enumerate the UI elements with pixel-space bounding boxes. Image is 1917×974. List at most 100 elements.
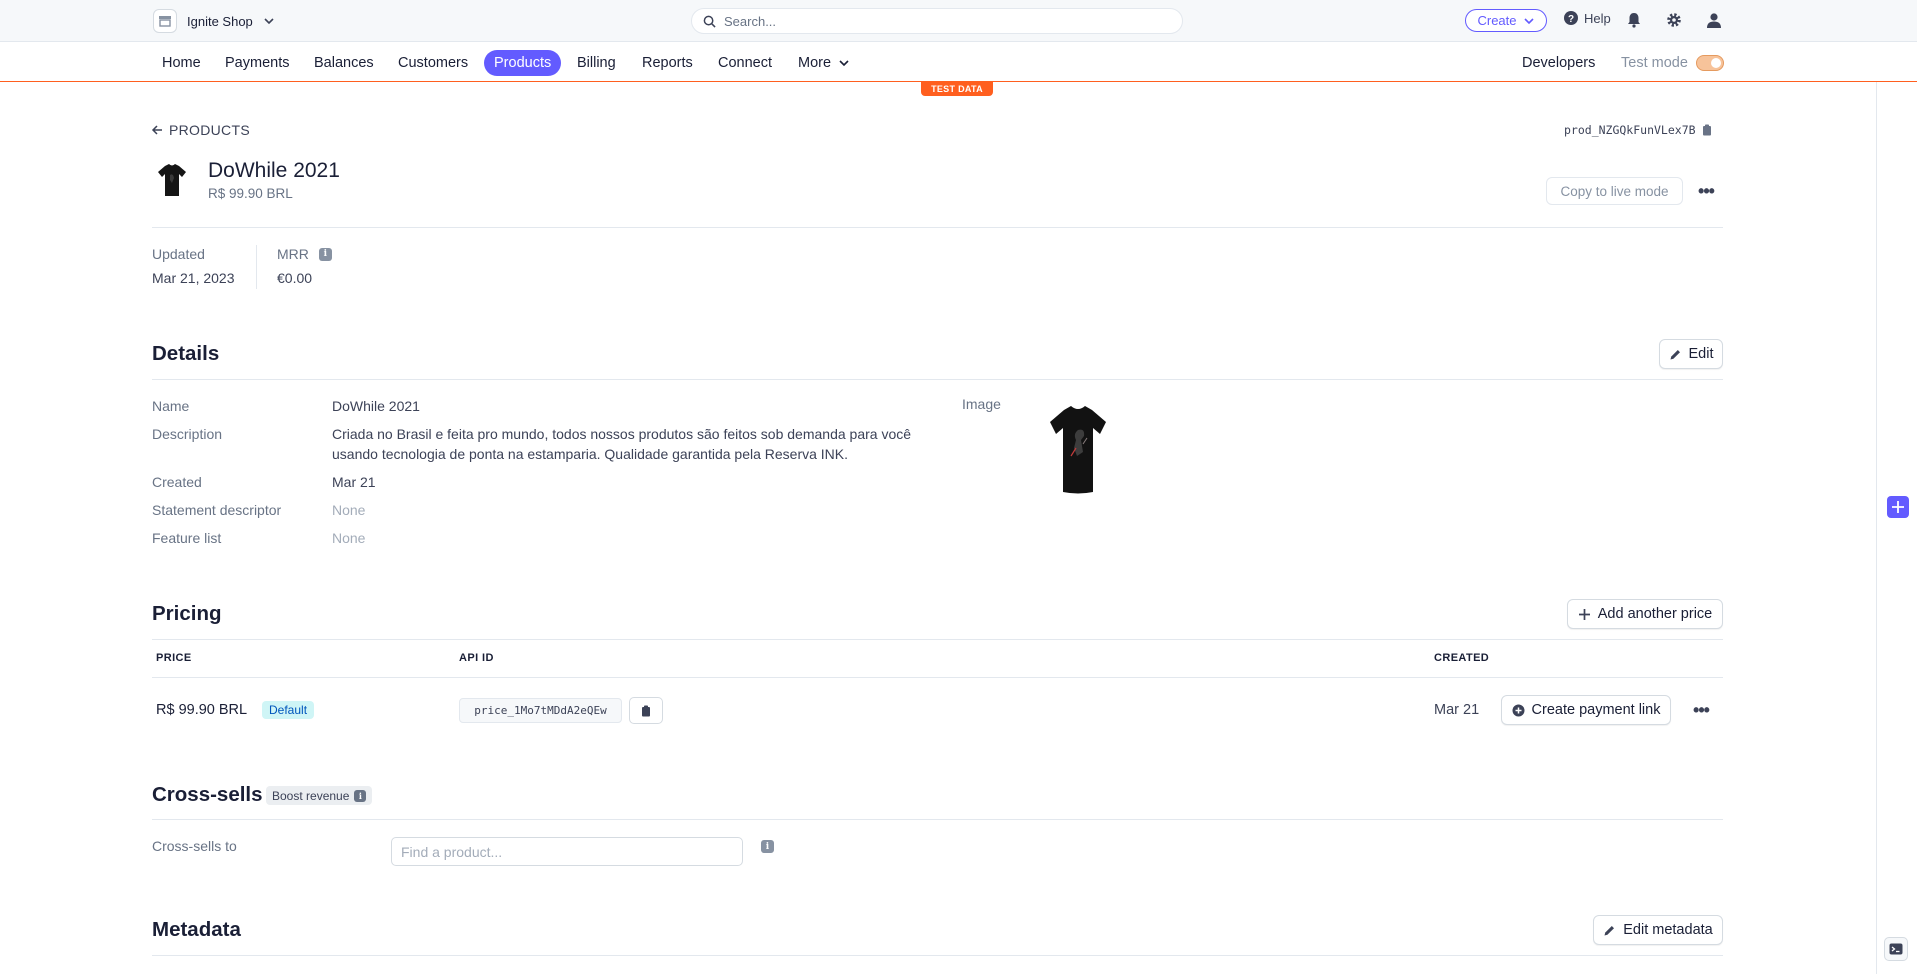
plus-icon: [1892, 501, 1904, 513]
plus-circle-icon: [1512, 704, 1525, 716]
copy-api-id-button[interactable]: [629, 697, 663, 724]
pencil-icon: [1604, 925, 1615, 935]
description-label: Description: [152, 426, 223, 442]
updated-label: Updated: [152, 246, 205, 262]
divider: [152, 819, 1723, 820]
search-icon: [703, 15, 716, 28]
plus-icon: [1578, 608, 1590, 620]
toggle-switch[interactable]: [1695, 55, 1724, 71]
edit-metadata-button[interactable]: Edit metadata: [1593, 915, 1723, 945]
price-created-value: Mar 21: [1434, 702, 1480, 718]
created-value: Mar 21: [332, 474, 376, 490]
statement-descriptor-value: None: [332, 502, 366, 518]
boost-revenue-badge: Boost revenue i: [266, 786, 373, 805]
divider: [152, 639, 1723, 640]
stat-divider: [256, 245, 257, 289]
details-heading: Details: [152, 342, 220, 365]
help-label: Help: [1584, 10, 1611, 26]
create-label: Create: [1477, 13, 1517, 28]
create-payment-link-label: Create payment link: [1531, 702, 1661, 718]
nav-item-customers[interactable]: Customers: [388, 50, 478, 76]
clipboard-icon: [642, 705, 650, 716]
main-nav: Home Payments Balances Customers Product…: [0, 42, 1917, 82]
created-label: Created: [152, 474, 202, 490]
chevron-down-icon: [264, 18, 274, 25]
price-row-amount[interactable]: R$ 99.90 BRL: [156, 702, 247, 718]
nav-item-billing[interactable]: Billing: [567, 50, 626, 76]
info-icon[interactable]: i: [318, 247, 332, 261]
clipboard-icon[interactable]: [1702, 124, 1712, 136]
feature-list-label: Feature list: [152, 530, 222, 546]
add-widget-button[interactable]: [1887, 496, 1909, 518]
terminal-icon: [1889, 943, 1903, 955]
feature-list-value: None: [332, 530, 366, 546]
edit-details-button[interactable]: Edit: [1659, 339, 1723, 369]
price-api-id[interactable]: price_1Mo7tMDdA2eQEw: [459, 698, 622, 723]
right-gutter: [1876, 82, 1917, 974]
test-data-badge: TEST DATA: [921, 82, 993, 96]
svg-text:?: ?: [1568, 14, 1574, 25]
nav-item-products[interactable]: Products: [484, 50, 562, 76]
test-mode-toggle[interactable]: Test mode: [1621, 50, 1724, 76]
divider: [152, 677, 1723, 678]
metadata-heading: Metadata: [152, 918, 241, 941]
nav-item-connect[interactable]: Connect: [708, 50, 782, 76]
info-icon[interactable]: i: [761, 840, 774, 853]
search-placeholder: Search...: [724, 13, 777, 29]
created-column-header: CREATED: [1434, 652, 1490, 664]
chevron-down-icon: [839, 60, 849, 67]
nav-item-reports[interactable]: Reports: [632, 50, 703, 76]
price-column-header: PRICE: [156, 652, 192, 664]
product-id-text: prod_NZGQkFunVLex7B: [1564, 123, 1696, 137]
find-product-input[interactable]: [391, 837, 743, 866]
account-switcher[interactable]: Ignite Shop: [153, 9, 275, 33]
nav-item-home[interactable]: Home: [152, 50, 211, 76]
price-row-more-icon[interactable]: •••: [1687, 696, 1715, 724]
account-name: Ignite Shop: [187, 13, 253, 29]
product-title: DoWhile 2021: [208, 159, 340, 182]
description-line-2: usando tecnologia de ponta na estamparia…: [332, 446, 849, 462]
description-line-1: Criada no Brasil e feita pro mundo, todo…: [332, 426, 912, 442]
gear-icon[interactable]: [1664, 10, 1684, 30]
help-icon: ?: [1564, 11, 1578, 25]
pencil-icon: [1670, 349, 1680, 359]
back-to-products-link[interactable]: PRODUCTS: [151, 122, 250, 138]
arrow-left-icon: [151, 125, 162, 135]
product-thumbnail-shirt: [158, 164, 186, 196]
create-payment-link-button[interactable]: Create payment link: [1501, 695, 1671, 725]
nav-item-more[interactable]: More: [788, 50, 860, 76]
edit-metadata-label: Edit metadata: [1623, 922, 1713, 938]
product-id[interactable]: prod_NZGQkFunVLex7B: [1564, 123, 1712, 137]
cross-sells-to-label: Cross-sells to: [152, 838, 237, 854]
search-input[interactable]: Search...: [691, 8, 1183, 34]
user-profile-icon[interactable]: [1704, 10, 1724, 30]
default-badge: Default: [262, 701, 315, 719]
copy-to-live-mode-button[interactable]: Copy to live mode: [1546, 177, 1683, 205]
divider: [152, 227, 1723, 228]
updated-value: Mar 21, 2023: [152, 270, 235, 286]
more-options-icon[interactable]: •••: [1692, 177, 1720, 205]
nav-item-balances[interactable]: Balances: [304, 50, 384, 76]
product-image-shirt[interactable]: [1040, 404, 1116, 496]
api-id-column-header: API ID: [459, 652, 494, 664]
info-icon[interactable]: i: [354, 789, 367, 802]
nav-item-developers[interactable]: Developers: [1512, 50, 1605, 76]
mrr-value: €0.00: [277, 270, 313, 286]
boost-revenue-label: Boost revenue: [272, 788, 350, 803]
nav-item-payments[interactable]: Payments: [215, 50, 299, 76]
add-another-price-button[interactable]: Add another price: [1567, 599, 1723, 629]
nav-more-label: More: [798, 55, 832, 71]
notifications-bell-icon[interactable]: [1624, 10, 1644, 30]
create-button[interactable]: Create: [1465, 9, 1547, 32]
mrr-label-group: MRR i: [277, 246, 332, 262]
add-price-label: Add another price: [1597, 606, 1713, 622]
edit-label: Edit: [1688, 346, 1714, 362]
name-label: Name: [152, 398, 190, 414]
shell-button[interactable]: [1884, 937, 1908, 961]
image-label: Image: [962, 396, 1001, 412]
top-bar: Ignite Shop Search... Create ? Help: [0, 0, 1917, 42]
divider: [152, 379, 1723, 380]
mrr-label: MRR: [277, 246, 309, 262]
chevron-down-icon: [1523, 17, 1534, 24]
help-button[interactable]: ? Help: [1563, 10, 1611, 26]
